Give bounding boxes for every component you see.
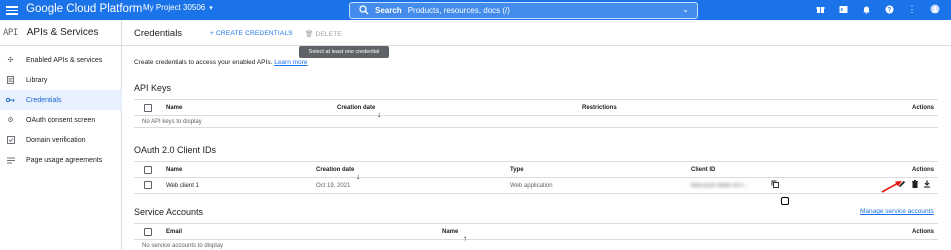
sidebar-item-oauth-consent[interactable]: ⚙ OAuth consent screen [0, 110, 122, 130]
col-actions: Actions [911, 105, 934, 111]
table-header: Email Name ↑ Actions [134, 223, 938, 243]
domain-checkbox-icon [6, 136, 15, 145]
nav-header: API APIs & Services [0, 20, 121, 46]
api-icon: API [3, 27, 18, 38]
project-icon: ⁘ [131, 3, 137, 11]
svg-text:?: ? [887, 7, 891, 13]
col-name[interactable]: Name [166, 105, 182, 111]
col-restrictions: Restrictions [582, 105, 617, 111]
select-all-checkbox[interactable] [144, 104, 152, 112]
page-header: Credentials + CREATE CREDENTIALS 🗑 DELET… [122, 20, 951, 46]
sidebar-item-label: OAuth consent screen [26, 116, 96, 124]
col-name-label: Name [442, 229, 459, 235]
empty-message: No service accounts to display [142, 243, 224, 249]
delete-label: DELETE [315, 31, 342, 38]
learn-more-link[interactable]: Learn more [274, 59, 307, 66]
sidebar-item-credentials[interactable]: Credentials [0, 90, 122, 110]
intro-body: Create credentials to access your enable… [134, 59, 273, 66]
copy-icon[interactable] [771, 180, 779, 188]
table-header: Name Creation date ↓ Restrictions Actions [134, 99, 938, 119]
intro-text: Create credentials to access your enable… [134, 59, 307, 66]
gift-icon[interactable] [814, 3, 826, 15]
col-creation-date-label: Creation date [337, 105, 376, 111]
sidebar-item-label: Library [26, 76, 48, 84]
download-icon[interactable] [923, 180, 931, 188]
sidebar-item-domain-verification[interactable]: Domain verification [0, 130, 122, 150]
sidebar-item-label: Enabled APIs & services [26, 56, 103, 64]
select-all-checkbox[interactable] [144, 166, 152, 174]
page-title: Credentials [134, 28, 183, 39]
sidebar-item-page-usage[interactable]: Page usage agreements [0, 150, 122, 170]
api-keys-title: API Keys [134, 83, 172, 93]
search-placeholder: Products, resources, docs (/) [407, 6, 510, 15]
project-name: My Project 30506 [143, 3, 206, 12]
empty-message: No API keys to display [142, 119, 202, 125]
chevron-down-icon: ▾ [209, 4, 213, 12]
sidebar-item-label: Page usage agreements [26, 156, 103, 164]
service-accounts-table: Email Name ↑ Actions No service accounts … [134, 223, 938, 250]
hamburger-menu-icon[interactable] [6, 4, 18, 16]
top-app-bar: Google Cloud Platform ⁘ My Project 30506… [0, 0, 951, 20]
client-name-link[interactable]: Web client 1 [166, 183, 199, 189]
top-icons: ? ⋮ [814, 3, 941, 15]
client-id-value: 665532674685-ot7t... [691, 183, 749, 189]
trash-icon: 🗑 [305, 31, 316, 38]
manage-service-accounts-link[interactable]: Manage service accounts [860, 208, 934, 215]
col-name[interactable]: Name [166, 167, 182, 173]
consent-icon: ⚙ [7, 117, 14, 124]
library-icon [6, 76, 15, 85]
client-type: Web application [510, 183, 553, 189]
brand-title[interactable]: Google Cloud Platform [26, 3, 142, 15]
create-credentials-button[interactable]: + CREATE CREDENTIALS [210, 30, 293, 37]
client-creation-date: Oct 19, 2021 [316, 183, 351, 189]
col-creation-date-label: Creation date [316, 167, 355, 173]
sidebar-item-library[interactable]: Library [0, 70, 122, 90]
project-selector[interactable]: ⁘ My Project 30506 ▾ [131, 3, 213, 12]
key-icon [6, 96, 15, 105]
oauth-table: Name Creation date ↓ Type Client ID Actio… [134, 161, 938, 195]
select-all-checkbox[interactable] [144, 228, 152, 236]
mouse-cursor-icon [781, 197, 789, 205]
sidebar-item-label: Domain verification [26, 136, 86, 144]
create-credentials-label: CREATE CREDENTIALS [216, 30, 293, 37]
search-expand-chevron-icon[interactable]: ⌄ [682, 5, 689, 14]
col-client-id[interactable]: Client ID [691, 167, 715, 173]
delete-button[interactable]: 🗑 DELETE [305, 30, 342, 38]
service-accounts-title: Service Accounts [134, 207, 204, 217]
col-name[interactable]: Name ↑ [442, 229, 467, 243]
delete-tooltip: Select at least one credential [299, 46, 389, 58]
more-vert-icon[interactable]: ⋮ [906, 3, 918, 15]
api-keys-table: Name Creation date ↓ Restrictions Actions… [134, 99, 938, 129]
sidebar-item-enabled-apis[interactable]: ✣ Enabled APIs & services [0, 50, 122, 70]
notifications-icon[interactable] [860, 3, 872, 15]
table-row[interactable]: Web client 1 Oct 19, 2021 Web applicatio… [134, 178, 938, 194]
search-icon [359, 4, 371, 17]
col-actions: Actions [911, 229, 934, 235]
agreements-icon [6, 156, 15, 165]
empty-row: No API keys to display [134, 116, 938, 128]
col-email[interactable]: Email [166, 229, 182, 235]
col-type[interactable]: Type [510, 167, 524, 173]
terminal-icon[interactable] [837, 3, 849, 15]
apis-icon: ✣ [7, 57, 14, 64]
sidebar-item-label: Credentials [26, 96, 62, 104]
oauth-title: OAuth 2.0 Client IDs [134, 145, 217, 155]
delete-trash-icon[interactable] [911, 180, 919, 188]
avatar[interactable] [929, 3, 941, 15]
col-creation-date[interactable]: Creation date ↓ [337, 105, 381, 119]
help-icon[interactable]: ? [883, 3, 895, 15]
search-bar[interactable]: Search Products, resources, docs (/) ⌄ [349, 2, 698, 19]
search-label: Search [375, 6, 402, 15]
empty-row: No service accounts to display [134, 240, 938, 250]
nav-title: APIs & Services [26, 27, 99, 38]
col-creation-date[interactable]: Creation date ↓ [316, 167, 360, 181]
col-actions: Actions [911, 167, 934, 173]
table-header: Name Creation date ↓ Type Client ID Actio… [134, 161, 938, 181]
row-checkbox[interactable] [144, 181, 152, 189]
annotation-arrow-icon [881, 181, 902, 193]
